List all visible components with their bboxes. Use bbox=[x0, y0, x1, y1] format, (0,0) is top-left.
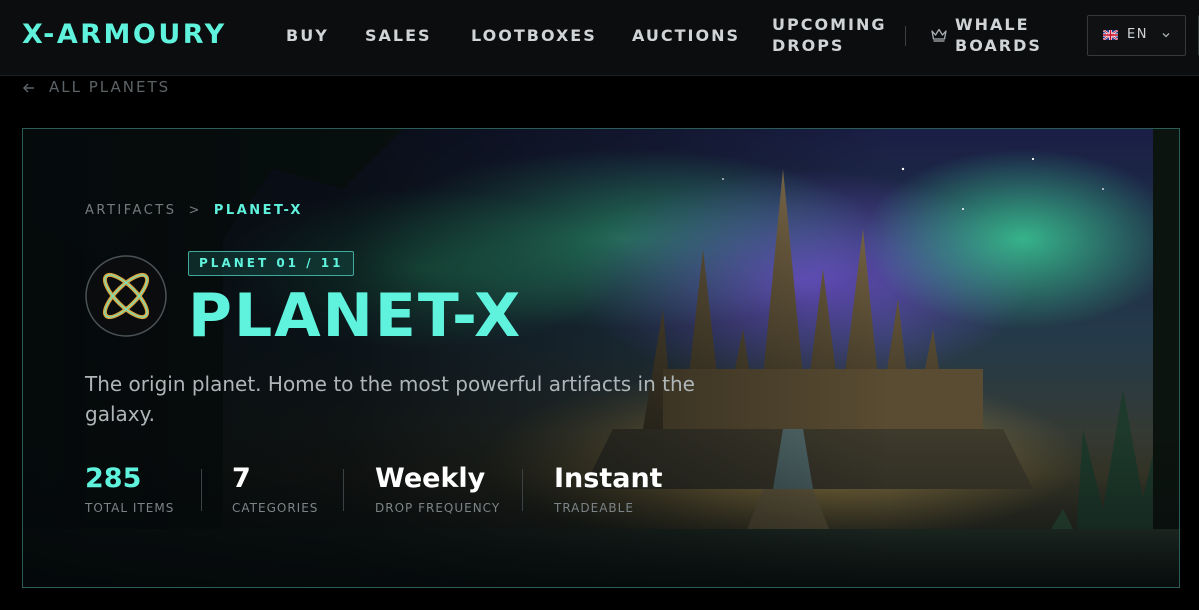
stat-divider bbox=[522, 469, 523, 511]
stat-label: TOTAL ITEMS bbox=[85, 501, 175, 515]
stat-drop-frequency: Weekly DROP FREQUENCY bbox=[375, 463, 500, 515]
nav-auctions[interactable]: AUCTIONS bbox=[632, 25, 740, 46]
uk-flag-icon bbox=[1103, 30, 1118, 40]
nav-upcoming-drops[interactable]: UPCOMING DROPS bbox=[772, 14, 892, 56]
stat-divider bbox=[343, 469, 344, 511]
arrow-left-icon bbox=[22, 83, 34, 93]
nav-lootboxes[interactable]: LOOTBOXES bbox=[471, 25, 597, 46]
language-selector[interactable]: EN bbox=[1087, 15, 1186, 56]
stat-total-items: 285 TOTAL ITEMS bbox=[85, 463, 174, 515]
breadcrumb-current: PLANET-X bbox=[213, 203, 303, 218]
planet-x-emblem-icon bbox=[85, 255, 167, 337]
stat-value: 7 bbox=[232, 463, 251, 494]
nav-divider bbox=[905, 26, 906, 46]
stat-value: Weekly bbox=[375, 463, 486, 494]
page-title: PLANET-X bbox=[188, 281, 523, 351]
crown-icon bbox=[931, 28, 947, 42]
language-label: EN bbox=[1127, 27, 1148, 42]
stat-label: CATEGORIES bbox=[232, 501, 319, 515]
site-logo[interactable]: X-ARMOURY bbox=[22, 19, 227, 50]
planet-description: The origin planet. Home to the most powe… bbox=[85, 372, 695, 426]
back-link-label: ALL PLANETS bbox=[49, 78, 171, 96]
chevron-down-icon bbox=[1162, 33, 1170, 38]
stat-label: TRADEABLE bbox=[554, 501, 634, 515]
stat-categories: 7 CATEGORIES bbox=[232, 463, 318, 515]
nav-sales[interactable]: SALES bbox=[365, 25, 432, 46]
stat-value: 285 bbox=[85, 463, 142, 494]
planet-index-badge: PLANET 01 / 11 bbox=[188, 251, 355, 276]
breadcrumb: ARTIFACTS > PLANET-X bbox=[85, 203, 303, 218]
nav-whale-boards[interactable]: WHALE BOARDS bbox=[955, 14, 1065, 56]
stat-label: DROP FREQUENCY bbox=[375, 501, 501, 515]
top-navbar: X-ARMOURY BUY SALES LOOTBOXES AUCTIONS U… bbox=[0, 0, 1199, 76]
stat-divider bbox=[201, 469, 202, 511]
breadcrumb-artifacts[interactable]: ARTIFACTS bbox=[85, 203, 176, 218]
planet-hero: ARTIFACTS > PLANET-X PLANET 01 / 11 PLANET… bbox=[22, 128, 1180, 588]
stat-value: Instant bbox=[554, 463, 663, 494]
stat-tradeable: Instant TRADEABLE bbox=[554, 463, 663, 515]
breadcrumb-separator: > bbox=[188, 203, 202, 218]
nav-buy[interactable]: BUY bbox=[286, 25, 329, 46]
